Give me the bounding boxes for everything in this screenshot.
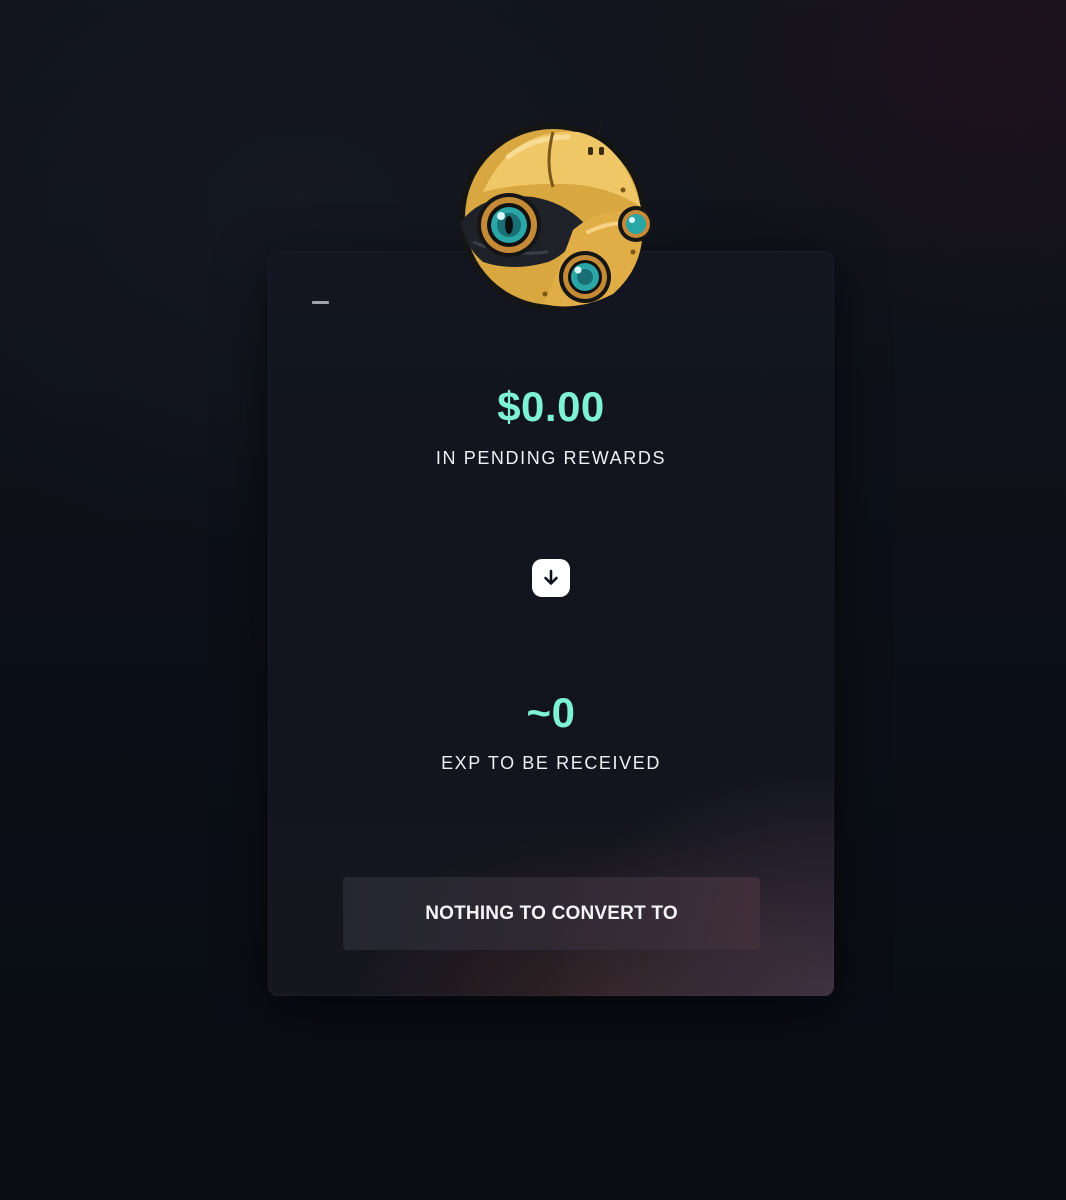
minimize-icon[interactable] [312, 301, 329, 304]
robot-head-mascot-icon [459, 122, 653, 311]
arrow-down-icon [544, 569, 558, 585]
pending-rewards-caption: IN PENDING REWARDS [435, 448, 667, 468]
pending-rewards-amount: $0.00 [497, 383, 605, 430]
exp-amount: ~0 [526, 689, 576, 736]
rewards-card: $0.00 IN PENDING REWARDS ~0 EXP TO BE RE… [268, 251, 834, 996]
convert-direction-button[interactable] [532, 559, 570, 597]
convert-button-label: NOTHING TO CONVERT TO [425, 902, 678, 924]
convert-button[interactable]: NOTHING TO CONVERT TO [343, 877, 760, 950]
rewards-page: $0.00 IN PENDING REWARDS ~0 EXP TO BE RE… [0, 0, 1066, 1200]
exp-caption: EXP TO BE RECEIVED [441, 753, 661, 773]
